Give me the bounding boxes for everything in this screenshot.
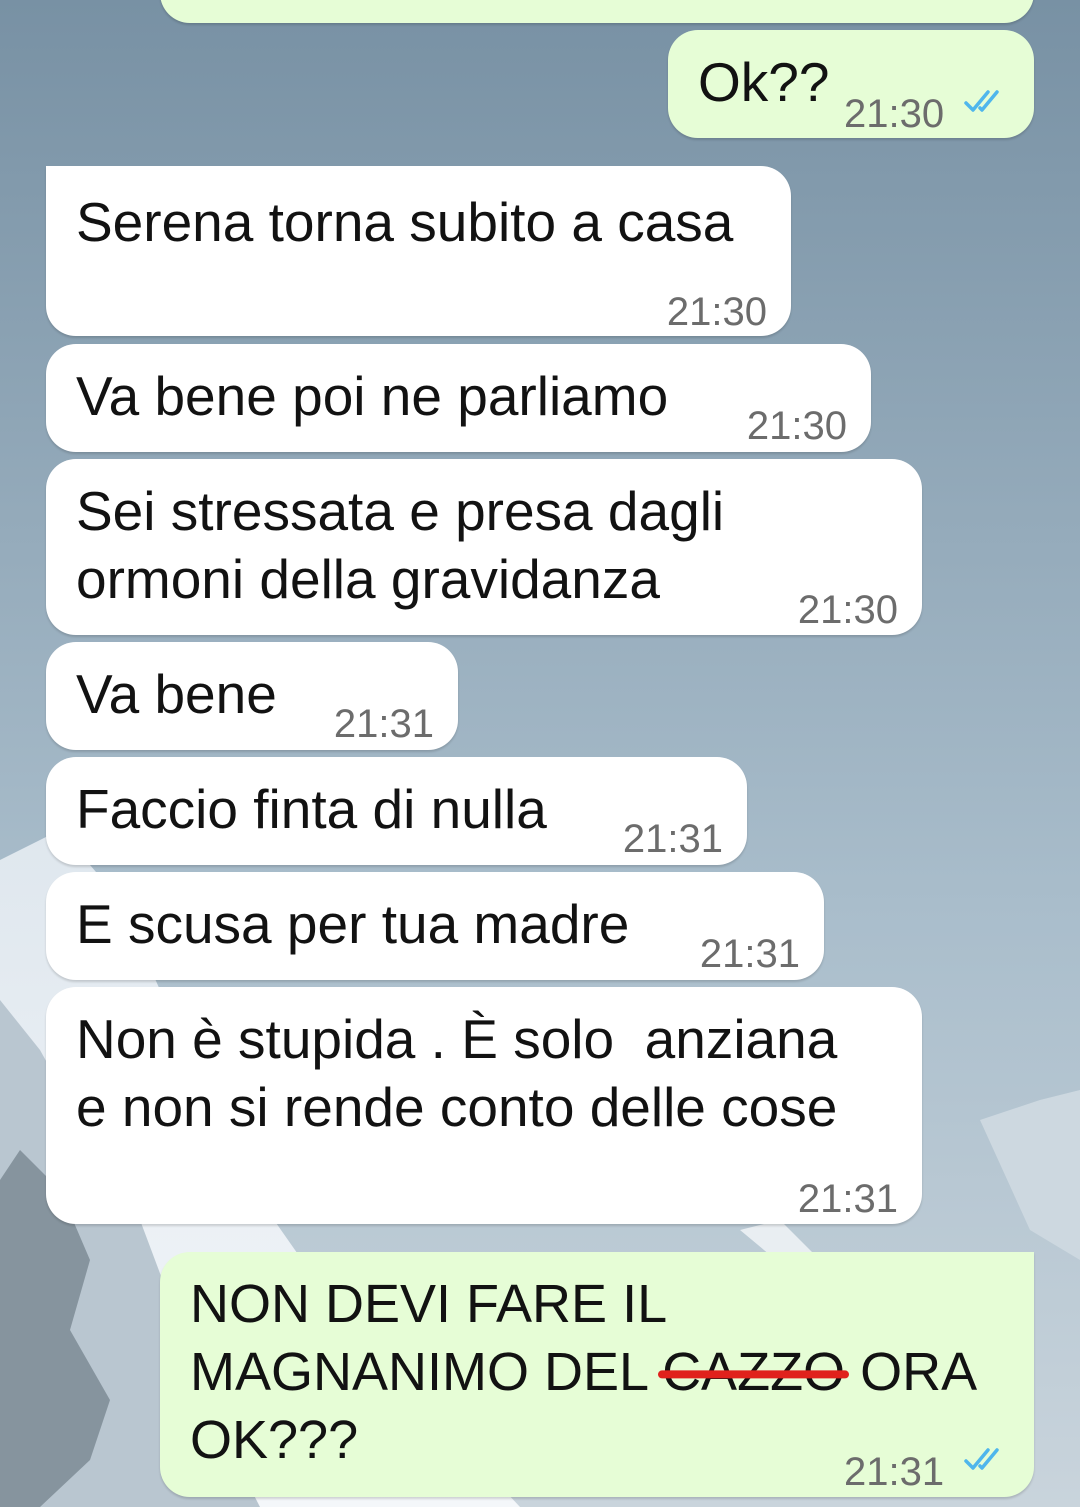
bubble-tail (46, 166, 68, 196)
message-bubble-partial[interactable]: 21:30 (160, 0, 1034, 23)
message-text: Va bene poi ne parliamo (76, 365, 669, 427)
message-time: 21:30 (864, 0, 964, 20)
message-time: 21:30 (797, 588, 898, 632)
message-bubble-incoming[interactable]: Va bene poi ne parliamo 21:30 (46, 344, 871, 452)
censored-word: CAZZO (662, 1338, 845, 1406)
message-text-segment: MAGNANIMO DEL (190, 1342, 663, 1402)
message-bubble-incoming[interactable]: Serena torna subito a casa 21:30 (46, 166, 791, 336)
message-text-line: Sei stressata e presa dagli (76, 480, 725, 542)
message-bubble-outgoing[interactable]: Ok?? 21:30 (668, 30, 1034, 138)
message-time: 21:30 (746, 404, 847, 448)
double-check-icon (964, 1448, 999, 1470)
message-text-line: OK??? (190, 1410, 359, 1470)
message-time: 21:31 (844, 1450, 945, 1494)
message-bubble-outgoing[interactable]: NON DEVI FARE IL MAGNANIMO DEL CAZZO ORA… (160, 1252, 1034, 1497)
message-time: 21:31 (333, 702, 434, 746)
message-text-line: MAGNANIMO DEL CAZZO ORA (190, 1338, 977, 1406)
message-bubble-incoming[interactable]: Sei stressata e presa dagli ormoni della… (46, 459, 922, 635)
message-time: 21:31 (699, 932, 800, 976)
message-text: E scusa per tua madre (76, 893, 630, 955)
message-text-line: Non è stupida . È solo anziana (76, 1008, 838, 1070)
message-text: Ok?? (698, 51, 830, 113)
message-text-line: ormoni della gravidanza (76, 548, 660, 610)
message-text: Serena torna subito a casa (76, 191, 734, 253)
bubble-tail (1012, 1252, 1034, 1282)
message-bubble-incoming[interactable]: E scusa per tua madre 21:31 (46, 872, 824, 980)
message-bubble-incoming[interactable]: Faccio finta di nulla 21:31 (46, 757, 747, 865)
message-text: Faccio finta di nulla (76, 778, 547, 840)
message-text-segment: ORA (845, 1342, 978, 1402)
message-bubble-incoming[interactable]: Va bene 21:31 (46, 642, 458, 750)
message-text-line: NON DEVI FARE IL (190, 1274, 668, 1334)
double-check-icon (964, 90, 999, 112)
message-text: Va bene (76, 663, 277, 725)
message-bubble-incoming[interactable]: Non è stupida . È solo anziana e non si … (46, 987, 922, 1224)
message-time: 21:30 (844, 92, 945, 136)
message-time: 21:30 (666, 290, 767, 334)
message-time: 21:31 (622, 817, 723, 861)
message-text-line: e non si rende conto delle cose (76, 1076, 838, 1138)
message-time: 21:31 (797, 1177, 898, 1221)
